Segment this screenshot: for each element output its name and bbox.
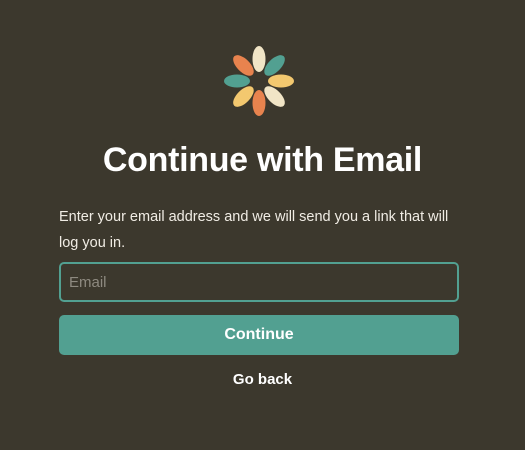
email-field[interactable] [59,262,459,302]
instructions-text: Enter your email address and we will sen… [59,209,449,251]
pinwheel-logo-icon [224,46,294,116]
login-page: Continue with Email Enter your email add… [0,0,525,450]
go-back-link[interactable]: Go back [0,370,525,390]
page-title: Continue with Email [102,141,423,179]
continue-button[interactable]: Continue [59,315,459,355]
